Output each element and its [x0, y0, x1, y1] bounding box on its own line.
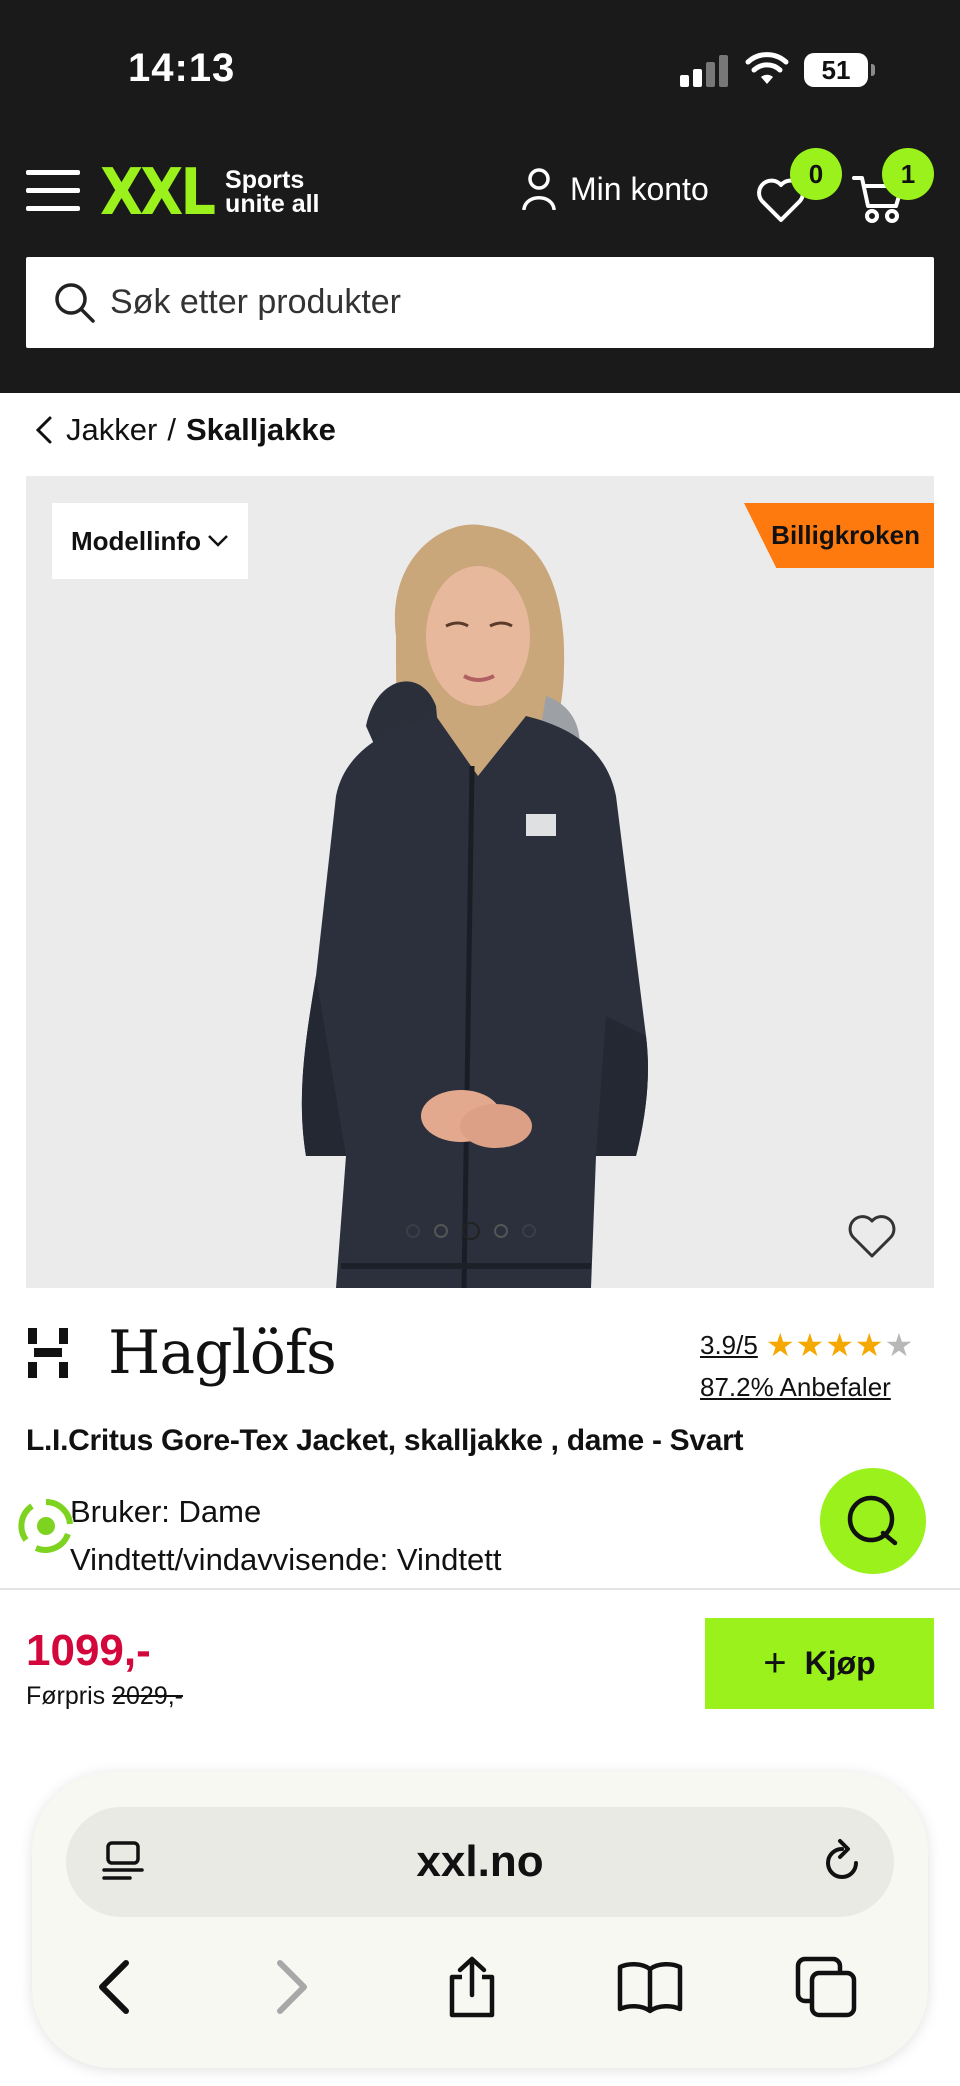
browser-nav — [32, 1947, 928, 2027]
chat-button[interactable] — [820, 1468, 926, 1574]
logo-text: XXL — [100, 154, 216, 230]
breadcrumb-separator: / — [167, 412, 176, 447]
search-bar[interactable] — [26, 257, 934, 348]
back-arrow-icon — [99, 1960, 129, 2014]
add-to-favorites-heart-icon[interactable] — [846, 1212, 898, 1260]
search-input[interactable] — [110, 283, 890, 322]
buy-bar: 1099,- Førpris 2029,- + Kjøp — [0, 1588, 960, 1738]
menu-button[interactable] — [26, 170, 80, 212]
account-link[interactable]: Min konto — [522, 168, 709, 210]
gallery-dot[interactable] — [494, 1224, 508, 1238]
previous-price: Førpris 2029,- — [26, 1682, 183, 1711]
gallery-dot[interactable] — [406, 1224, 420, 1238]
haglofs-mark-icon — [28, 1328, 68, 1378]
browser-toolbar: xxl.no — [32, 1772, 928, 2068]
previous-price-value: 2029,- — [112, 1682, 183, 1710]
product-gallery[interactable]: Modellinfo Billigkroken — [26, 476, 934, 1288]
wishlist-count-badge: 0 — [790, 148, 842, 200]
model-info-label: Modellinfo — [71, 525, 201, 556]
share-icon — [449, 1956, 495, 2018]
rating-summary[interactable]: 3.9/5 ★★★★★ 87.2% Anbefaler — [700, 1326, 914, 1403]
buy-button[interactable]: + Kjøp — [705, 1618, 934, 1709]
plus-icon: + — [763, 1641, 787, 1685]
chevron-down-icon — [208, 535, 228, 547]
recycle-icon[interactable] — [14, 1494, 78, 1558]
breadcrumb: Jakker / Skalljakke — [34, 412, 336, 448]
tabs-icon — [795, 1956, 857, 2018]
status-bar: 14:13 51 — [0, 0, 960, 140]
chat-icon — [847, 1495, 898, 1546]
gallery-dot[interactable] — [434, 1224, 448, 1238]
gallery-dot[interactable] — [522, 1224, 536, 1238]
product-title: L.I.Critus Gore-Tex Jacket, skalljakke ,… — [26, 1424, 744, 1457]
breadcrumb-parent-link[interactable]: Jakker — [66, 412, 157, 448]
buy-button-label: Kjøp — [804, 1645, 876, 1681]
logo-tagline: Sports unite all — [225, 166, 320, 218]
xxl-logo[interactable]: XXL Sports unite all — [100, 155, 320, 230]
forward-arrow-icon — [277, 1960, 307, 2014]
recommend-percentage[interactable]: 87.2% Anbefaler — [700, 1372, 914, 1403]
brand-logo[interactable]: Haglöfs — [26, 1318, 337, 1388]
logo-tagline-line-1: Sports — [225, 166, 305, 194]
logo-tagline-line-2: unite all — [225, 190, 320, 218]
gallery-pagination[interactable] — [406, 1222, 536, 1240]
cart-count-badge: 1 — [882, 148, 934, 200]
bookmarks-button[interactable] — [610, 1947, 690, 2027]
reload-icon[interactable] — [818, 1837, 866, 1889]
back-button[interactable] — [74, 1947, 154, 2027]
forward-button[interactable] — [252, 1947, 332, 2027]
tabs-button[interactable] — [786, 1947, 866, 2027]
browser-chrome: xxl.no — [0, 1738, 960, 2086]
cellular-signal-icon — [680, 55, 730, 87]
rating-stars: ★★★★★ — [765, 1327, 915, 1363]
status-time: 14:13 — [128, 46, 236, 90]
previous-price-label: Førpris — [26, 1682, 106, 1710]
site-header: 14:13 51 XXL Sports unite all Min konto — [0, 0, 960, 393]
spec-item: Vindtett/vindavvisende: Vindtett — [70, 1542, 502, 1577]
brand-name: Haglöfs — [108, 1318, 337, 1388]
current-price: 1099,- — [26, 1626, 151, 1675]
share-button[interactable] — [432, 1947, 512, 2027]
product-specs: Bruker: Dame Vindtett/vindavvisende: Vin… — [70, 1488, 501, 1584]
book-icon — [617, 1962, 683, 2014]
product-image — [301, 524, 648, 1288]
chevron-left-icon[interactable] — [34, 415, 54, 445]
account-label: Min konto — [570, 170, 709, 207]
url-text: xxl.no — [416, 1837, 544, 1886]
search-icon — [55, 282, 95, 323]
user-icon — [522, 168, 556, 210]
address-bar[interactable]: xxl.no — [66, 1807, 894, 1917]
rating-score[interactable]: 3.9/5 — [700, 1330, 758, 1361]
wifi-icon — [745, 52, 789, 84]
model-info-button[interactable]: Modellinfo — [52, 503, 248, 579]
battery-indicator: 51 — [804, 53, 875, 87]
gallery-dot-active[interactable] — [462, 1222, 480, 1240]
sale-tag: Billigkroken — [744, 503, 934, 568]
spec-item: Bruker: Dame — [70, 1494, 262, 1529]
breadcrumb-current: Skalljakke — [185, 412, 336, 447]
